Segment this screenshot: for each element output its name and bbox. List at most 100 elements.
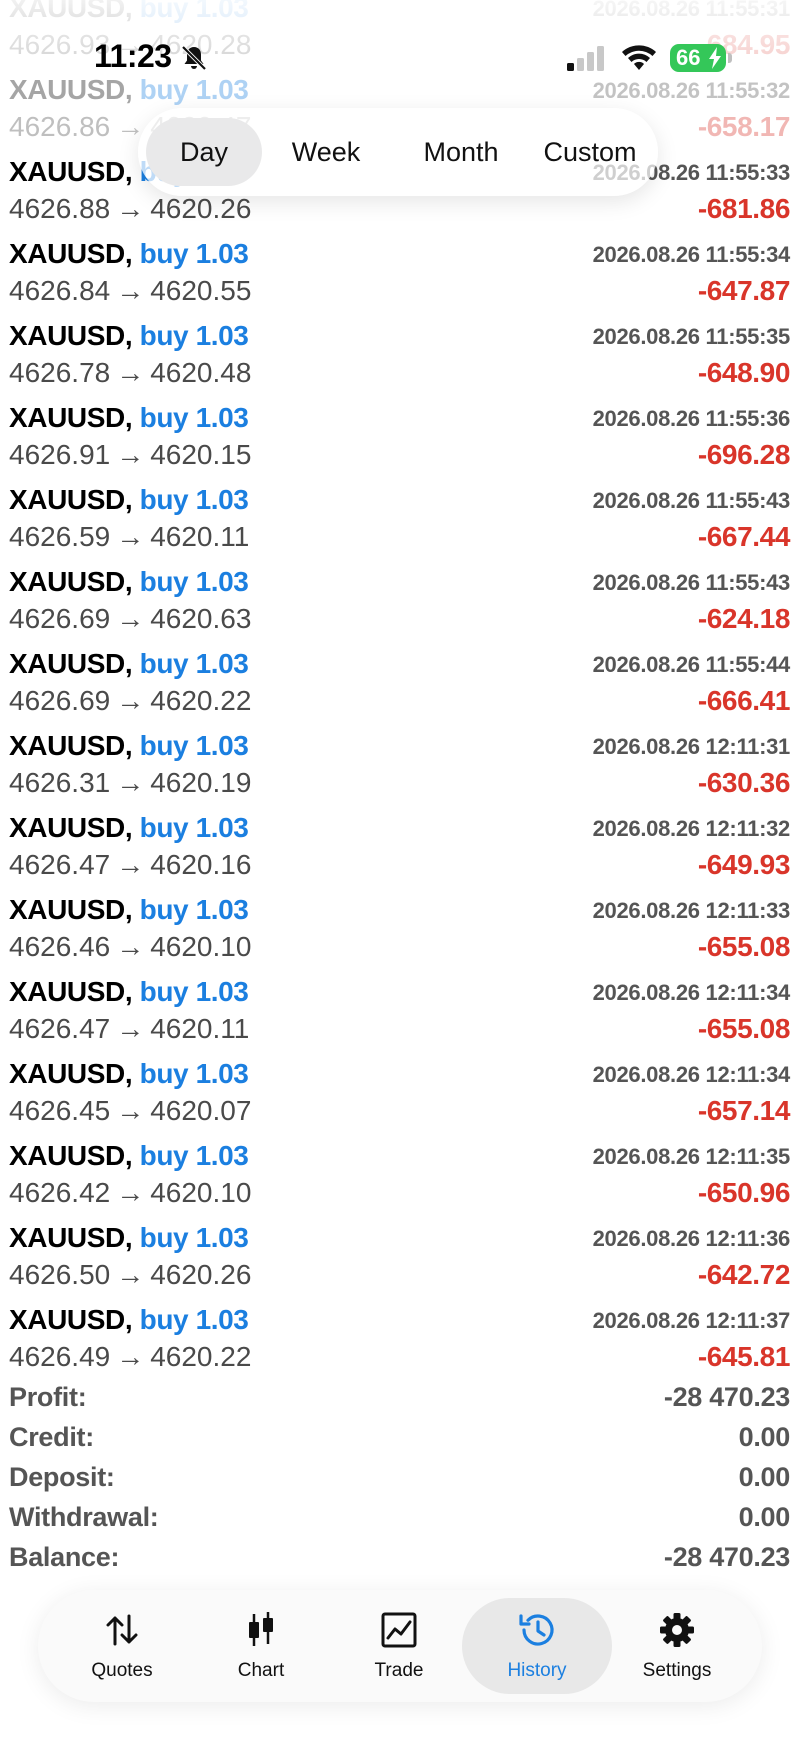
- arrow-right-icon: →: [116, 1259, 145, 1290]
- trade-row[interactable]: XAUUSD, buy 1.03 2026.08.26 12:11:33 4626.…: [0, 884, 800, 966]
- deposit-value: 0.00: [738, 1462, 791, 1492]
- tab-chart[interactable]: Chart: [186, 1598, 336, 1694]
- trade-prices: 4626.31 → 4620.19: [9, 767, 251, 799]
- trade-close-price: 4620.07: [150, 1095, 252, 1126]
- trade-close-price: 4620.15: [150, 439, 252, 470]
- trade-open-price: 4626.91: [9, 439, 111, 470]
- trade-title: XAUUSD, buy 1.03: [9, 648, 249, 680]
- trade-row[interactable]: XAUUSD, buy 1.03 2026.08.26 12:11:37 4626.…: [0, 1294, 800, 1376]
- trade-datetime: 2026.08.26 12:11:36: [592, 1226, 791, 1251]
- trade-close-price: 4620.10: [150, 931, 252, 962]
- trade-side-volume: buy 1.03: [139, 1222, 249, 1253]
- period-tab-month[interactable]: Month: [396, 118, 526, 186]
- trade-prices: 4626.69 → 4620.22: [9, 685, 251, 717]
- trade-row[interactable]: XAUUSD, buy 1.03 2026.08.26 11:55:43 4626.…: [0, 556, 800, 638]
- trade-datetime: 2026.08.26 11:55:43: [592, 488, 791, 513]
- tab-settings[interactable]: Settings: [602, 1598, 752, 1694]
- withdrawal-label: Withdrawal:: [9, 1502, 159, 1532]
- trade-profit: -657.14: [697, 1095, 791, 1126]
- trade-profit: -681.86: [697, 193, 791, 224]
- trade-open-price: 4626.69: [9, 603, 111, 634]
- tab-quotes[interactable]: Quotes: [47, 1598, 197, 1694]
- trade-datetime: 2026.08.26 12:11:35: [592, 1144, 791, 1169]
- tab-trade[interactable]: Trade: [324, 1598, 474, 1694]
- trade-symbol: XAUUSD,: [9, 74, 133, 105]
- period-tab-day[interactable]: Day: [146, 118, 262, 186]
- credit-label: Credit:: [9, 1422, 94, 1452]
- trade-history-list[interactable]: XAUUSD, buy 1.032026.08.26 11:55:314626.…: [0, 0, 800, 1376]
- trade-close-price: 4620.16: [150, 849, 252, 880]
- trade-symbol: XAUUSD,: [9, 1058, 133, 1089]
- period-tab-week[interactable]: Week: [266, 118, 386, 186]
- trade-prices: 4626.42 → 4620.10: [9, 1177, 251, 1209]
- trade-profit: -647.87: [697, 275, 791, 306]
- trade-title: XAUUSD, buy 1.03: [9, 566, 249, 598]
- trade-close-price: 4620.22: [150, 1341, 252, 1372]
- arrow-right-icon: →: [116, 357, 145, 388]
- period-tab-custom[interactable]: Custom: [528, 118, 652, 186]
- trade-symbol: XAUUSD,: [9, 1222, 133, 1253]
- deposit-label: Deposit:: [9, 1462, 115, 1492]
- trade-row[interactable]: XAUUSD, buy 1.03 2026.08.26 11:55:43 4626.…: [0, 474, 800, 556]
- trade-prices: 4626.47 → 4620.16: [9, 849, 251, 881]
- trade-symbol: XAUUSD,: [9, 1304, 133, 1335]
- charging-bolt-icon: [709, 47, 721, 69]
- trade-row[interactable]: XAUUSD, buy 1.03 2026.08.26 12:11:34 4626.…: [0, 1048, 800, 1130]
- trade-profit: -655.08: [697, 1013, 791, 1044]
- trade-side-volume: buy 1.03: [139, 566, 249, 597]
- trade-symbol: XAUUSD,: [9, 238, 133, 269]
- trade-close-price: 4620.26: [150, 1259, 252, 1290]
- tab-history[interactable]: History: [462, 1598, 612, 1694]
- trade-profit: -642.72: [697, 1259, 791, 1290]
- trade-prices: 4626.84 → 4620.55: [9, 275, 251, 307]
- trade-symbol: XAUUSD,: [9, 894, 133, 925]
- trade-prices: 4626.50 → 4620.26: [9, 1259, 251, 1291]
- tab-quotes-label: Quotes: [91, 1660, 153, 1681]
- gear-icon: [660, 1613, 694, 1647]
- status-bar: 11:23 66: [0, 0, 800, 74]
- trade-side-volume: buy 1.03: [139, 1304, 249, 1335]
- trade-row[interactable]: XAUUSD, buy 1.03 2026.08.26 11:55:34 4626.…: [0, 228, 800, 310]
- trade-side-volume: buy 1.03: [139, 894, 249, 925]
- trade-profit: -658.17: [697, 111, 791, 142]
- trade-datetime: 2026.08.26 12:11:34: [592, 980, 791, 1005]
- trade-profit: -650.96: [697, 1177, 791, 1208]
- trade-symbol: XAUUSD,: [9, 730, 133, 761]
- trade-datetime: 2026.08.26 11:55:34: [592, 242, 791, 267]
- trade-close-price: 4620.11: [150, 1013, 250, 1044]
- tab-trade-label: Trade: [374, 1660, 424, 1681]
- trade-row[interactable]: XAUUSD, buy 1.03 2026.08.26 11:55:36 4626.…: [0, 392, 800, 474]
- trade-open-price: 4626.86: [9, 111, 111, 142]
- trade-row[interactable]: XAUUSD, buy 1.03 2026.08.26 12:11:36 4626.…: [0, 1212, 800, 1294]
- arrow-right-icon: →: [116, 603, 145, 634]
- trade-title: XAUUSD, buy 1.03: [9, 730, 249, 762]
- trade-row[interactable]: XAUUSD, buy 1.03 2026.08.26 12:11:34 4626.…: [0, 966, 800, 1048]
- arrow-right-icon: →: [116, 275, 145, 306]
- trade-close-price: 4620.55: [150, 275, 252, 306]
- trade-row[interactable]: XAUUSD, buy 1.03 2026.08.26 11:55:44 4626.…: [0, 638, 800, 720]
- trade-datetime: 2026.08.26 11:55:36: [592, 406, 791, 431]
- trade-symbol: XAUUSD,: [9, 566, 133, 597]
- trade-close-price: 4620.63: [150, 603, 252, 634]
- trade-row[interactable]: XAUUSD, buy 1.03 2026.08.26 11:55:35 4626.…: [0, 310, 800, 392]
- trade-datetime: 2026.08.26 12:11:33: [592, 898, 791, 923]
- trade-prices: 4626.47 → 4620.11: [9, 1013, 249, 1045]
- trade-open-price: 4626.47: [9, 849, 111, 880]
- trade-close-price: 4620.10: [150, 1177, 252, 1208]
- battery-level: 66: [676, 45, 701, 70]
- trade-open-price: 4626.31: [9, 767, 111, 798]
- trade-profit: -630.36: [697, 767, 791, 798]
- trade-open-price: 4626.59: [9, 521, 111, 552]
- trade-row[interactable]: XAUUSD, buy 1.03 2026.08.26 12:11:35 4626.…: [0, 1130, 800, 1212]
- balance-value: -28 470.23: [663, 1542, 790, 1572]
- arrow-right-icon: →: [116, 767, 145, 798]
- arrow-right-icon: →: [116, 1095, 145, 1126]
- arrow-right-icon: →: [116, 1341, 145, 1372]
- trade-chart-icon: [381, 1612, 417, 1648]
- trade-row[interactable]: XAUUSD, buy 1.03 2026.08.26 12:11:31 4626.…: [0, 720, 800, 802]
- trade-symbol: XAUUSD,: [9, 320, 133, 351]
- trade-open-price: 4626.49: [9, 1341, 111, 1372]
- trade-row[interactable]: XAUUSD, buy 1.03 2026.08.26 12:11:32 4626.…: [0, 802, 800, 884]
- trade-profit: -696.28: [697, 439, 791, 470]
- trade-open-price: 4626.47: [9, 1013, 111, 1044]
